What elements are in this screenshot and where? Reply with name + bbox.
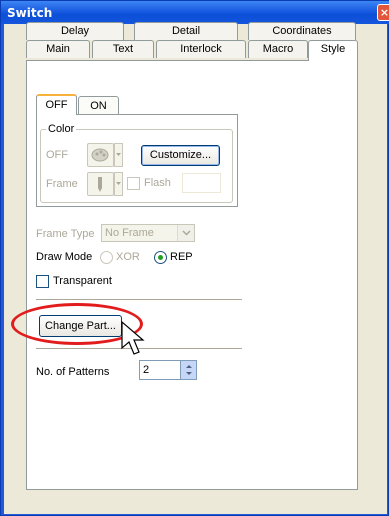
frame-color-dropdown[interactable] [114,172,123,196]
frame-color-label: Frame [46,178,78,190]
frame-type-label: Frame Type [36,228,95,240]
frame-type-select[interactable]: No Frame [101,224,195,242]
tab-macro[interactable]: Macro [248,40,308,58]
subtab-off[interactable]: OFF [36,94,77,115]
tab-interlock[interactable]: Interlock [156,40,246,58]
title-bar[interactable]: Switch × [1,1,389,24]
window-title: Switch [7,6,53,20]
style-tab-panel: OFF ON Color OFF Customize... Frame Flas… [26,60,358,490]
frame-type-dropdown[interactable] [177,225,194,241]
flash-checkbox[interactable] [127,177,140,190]
draw-mode-xor-radio[interactable] [100,251,113,264]
tab-style[interactable]: Style [308,40,358,61]
chevron-down-icon [116,182,121,185]
pen-icon [98,177,102,192]
draw-mode-rep-label: REP [170,251,193,263]
patterns-input[interactable]: 2 [139,360,197,380]
flash-label: Flash [144,177,171,189]
tab-text[interactable]: Text [92,40,154,58]
transparent-label: Transparent [53,275,112,287]
subtab-on[interactable]: ON [78,96,119,115]
palette-icon [91,148,109,162]
patterns-label: No. of Patterns [36,366,110,378]
chevron-down-icon [182,230,191,236]
tab-delay[interactable]: Delay [26,22,124,40]
off-color-dropdown[interactable] [114,143,123,167]
customize-button[interactable]: Customize... [141,145,220,166]
color-group-title: Color [46,123,77,135]
spinner-arrows-icon [186,365,192,375]
frame-color-swatch[interactable] [87,172,114,196]
draw-mode-rep-radio[interactable] [154,251,167,264]
transparent-checkbox[interactable] [36,275,49,288]
patterns-spinner[interactable] [180,361,196,379]
close-button[interactable]: × [377,4,389,21]
radio-selected-dot [158,255,163,260]
section-divider [36,299,242,300]
mouse-pointer-icon [121,320,145,355]
tab-coordinates[interactable]: Coordinates [248,22,356,40]
draw-mode-xor-label: XOR [116,251,140,263]
chevron-down-icon [116,153,121,156]
change-part-button[interactable]: Change Part... [39,315,122,337]
frame-type-value: No Frame [105,227,154,239]
flash-area [182,173,221,193]
off-color-swatch[interactable] [87,143,114,167]
patterns-value: 2 [143,364,150,376]
tab-detail[interactable]: Detail [134,22,238,40]
color-off-label: OFF [46,149,68,161]
draw-mode-label: Draw Mode [36,251,93,263]
tab-main[interactable]: Main [26,40,90,58]
